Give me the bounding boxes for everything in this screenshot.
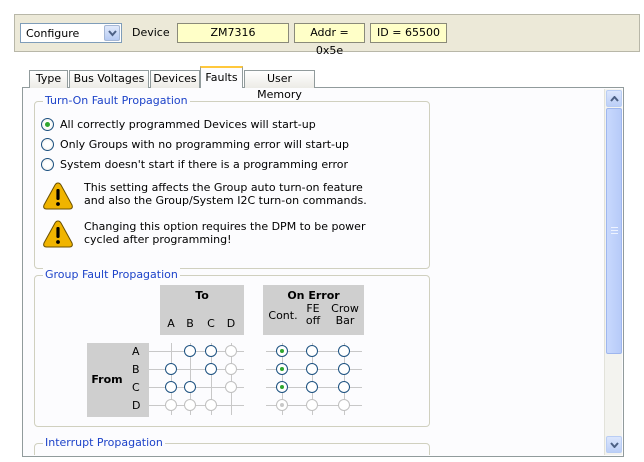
on-error-radio[interactable] bbox=[338, 399, 350, 411]
to-c-checkbox[interactable] bbox=[205, 345, 217, 357]
to-b-checkbox[interactable] bbox=[184, 399, 196, 411]
radio-button[interactable] bbox=[41, 158, 54, 171]
to-c-checkbox[interactable] bbox=[205, 363, 217, 375]
on-error-radio[interactable] bbox=[306, 363, 318, 375]
radio-button[interactable] bbox=[41, 118, 54, 131]
tab-bus-voltages[interactable]: Bus Voltages bbox=[69, 70, 149, 88]
warning-text: Changing this option requires the DPM to… bbox=[84, 220, 366, 246]
to-a-checkbox[interactable] bbox=[165, 399, 177, 411]
group-fault-legend: Group Fault Propagation bbox=[43, 268, 180, 281]
tab-type[interactable]: Type bbox=[29, 70, 68, 88]
radio-label: All correctly programmed Devices will st… bbox=[60, 118, 316, 131]
radio-button[interactable] bbox=[41, 138, 54, 151]
device-label: Device bbox=[132, 26, 170, 39]
on-error-radio[interactable] bbox=[276, 345, 288, 357]
error-col-label: Crow Bar bbox=[331, 302, 359, 327]
device-name-field: ZM7316 bbox=[177, 23, 289, 43]
to-b-checkbox[interactable] bbox=[184, 381, 196, 393]
faults-content: Turn-On Fault Propagation All correctly … bbox=[24, 89, 604, 455]
to-c-checkbox[interactable] bbox=[205, 399, 217, 411]
tab-faults[interactable]: Faults bbox=[200, 66, 243, 88]
from-title: From bbox=[91, 373, 123, 386]
to-col-label: B bbox=[186, 317, 194, 330]
on-error-radio[interactable] bbox=[338, 363, 350, 375]
on-error-radio[interactable] bbox=[306, 345, 318, 357]
to-d-checkbox[interactable] bbox=[225, 363, 237, 375]
turn-on-fault-legend: Turn-On Fault Propagation bbox=[43, 94, 190, 107]
matrix-grid-line bbox=[149, 405, 244, 406]
from-row-label: D bbox=[132, 399, 141, 412]
scroll-up-button[interactable] bbox=[606, 90, 622, 107]
to-col-label: D bbox=[226, 317, 236, 330]
scroll-down-button[interactable] bbox=[606, 436, 622, 453]
on-error-radio[interactable] bbox=[306, 381, 318, 393]
from-row-label: B bbox=[132, 363, 140, 376]
mode-select-value: Configure bbox=[26, 27, 80, 40]
to-col-label: A bbox=[167, 317, 175, 330]
id-field: ID = 65500 bbox=[370, 23, 447, 43]
to-b-checkbox[interactable] bbox=[184, 345, 196, 357]
tab-user-memory[interactable]: User Memory bbox=[244, 70, 315, 101]
to-d-checkbox[interactable] bbox=[225, 345, 237, 357]
warning-text: This setting affects the Group auto turn… bbox=[84, 181, 367, 207]
on-error-radio[interactable] bbox=[338, 381, 350, 393]
on-error-radio[interactable] bbox=[276, 399, 288, 411]
to-col-label: C bbox=[207, 317, 215, 330]
address-field: Addr = 0x5e bbox=[294, 23, 365, 57]
on-error-radio[interactable] bbox=[276, 363, 288, 375]
chevron-down-icon[interactable] bbox=[104, 25, 120, 41]
mode-select[interactable]: Configure bbox=[20, 23, 122, 43]
error-col-label: Cont. bbox=[268, 309, 298, 322]
error-col-label: FE off bbox=[305, 302, 321, 327]
from-row-label: A bbox=[132, 345, 140, 358]
warning-icon bbox=[43, 182, 73, 210]
to-d-checkbox[interactable] bbox=[225, 381, 237, 393]
from-row-label: C bbox=[132, 381, 140, 394]
to-title: To bbox=[195, 289, 209, 302]
vertical-scrollbar[interactable] bbox=[604, 89, 622, 455]
scroll-thumb[interactable] bbox=[606, 108, 622, 354]
tab-devices[interactable]: Devices bbox=[150, 70, 200, 88]
radio-label: Only Groups with no programming error wi… bbox=[60, 138, 349, 151]
on-error-radio[interactable] bbox=[306, 399, 318, 411]
to-a-checkbox[interactable] bbox=[165, 381, 177, 393]
on-error-radio[interactable] bbox=[338, 345, 350, 357]
on-error-radio[interactable] bbox=[276, 381, 288, 393]
on-error-title: On Error bbox=[287, 289, 340, 302]
interrupt-legend: Interrupt Propagation bbox=[43, 436, 165, 449]
radio-label: System doesn't start if there is a progr… bbox=[60, 158, 348, 171]
warning-icon bbox=[43, 220, 73, 248]
to-a-checkbox[interactable] bbox=[165, 363, 177, 375]
